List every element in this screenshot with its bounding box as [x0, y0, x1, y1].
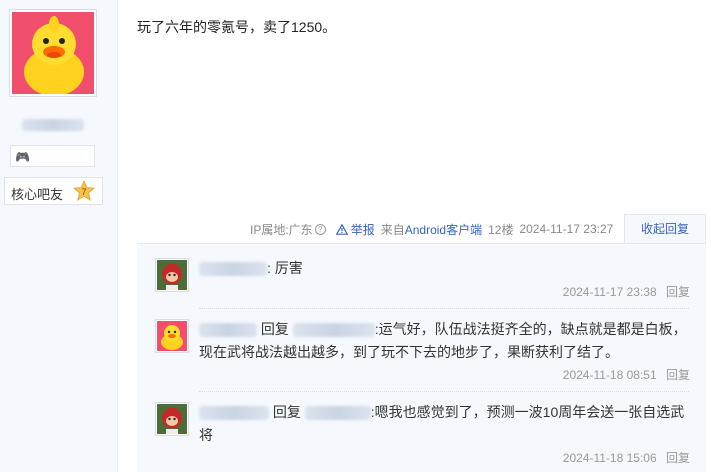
commenter-avatar[interactable]	[155, 402, 189, 436]
commenter-avatar[interactable]	[155, 319, 189, 353]
comment-reply-button[interactable]: 回复	[666, 368, 690, 382]
comment-text: : 厉害	[267, 260, 303, 276]
commenter-avatar[interactable]	[155, 258, 189, 292]
ip-location: IP属地:广东	[250, 222, 313, 237]
post-time: 2024-11-17 23:27	[519, 222, 614, 236]
comment-body: 回复 :嗯我也感觉到了，预测一波10周年会送一张自选武将	[199, 401, 689, 447]
fan-level-label: 核心吧友	[11, 187, 64, 202]
client-link[interactable]: Android客户端	[405, 221, 482, 238]
duck-avatar-image	[12, 12, 94, 94]
floor-number: 12楼	[488, 222, 514, 237]
fan-level-box[interactable]: 核心吧友 7	[4, 177, 103, 205]
comment-body: : 厉害	[199, 257, 689, 280]
comment-divider	[199, 391, 689, 392]
comment-text: :嗯我也感觉到了，预测一波10周年会送一张自选武将	[199, 404, 685, 443]
monkey-avatar-image	[157, 260, 187, 290]
comment-footer: 2024-11-17 23:38 回复	[563, 283, 690, 300]
author-username-blurred[interactable]	[22, 119, 84, 131]
post-meta-bar: IP属地:广东 ? 举报 来自 Android客户端 12楼 2024-11-1…	[250, 220, 619, 238]
comment-body: 回复 :运气好，队伍战法挺齐全的，缺点就是都是白板，现在武将战法越出越多，到了玩…	[199, 318, 689, 364]
reply-word: 回复	[272, 404, 301, 420]
fan-level-number: 7	[81, 187, 86, 197]
comments-panel: : 厉害 2024-11-17 23:38 回复 回复:运气好，队伍战法挺齐全…	[137, 243, 706, 472]
comment-footer: 2024-11-18 08:51 回复	[563, 366, 690, 383]
comment-time: 2024-11-18 08:51	[562, 368, 657, 382]
comment-reply-button[interactable]: 回复	[666, 285, 690, 299]
post-content: 玩了六年的零氪号，卖了1250。	[137, 19, 337, 35]
client-prefix: 来自	[380, 222, 405, 237]
game-controller-icon: 🎮	[15, 150, 30, 164]
duck-avatar-image	[157, 321, 187, 351]
collapse-replies-button[interactable]: 收起回复	[624, 214, 706, 244]
comment-time: 2024-11-18 15:06	[562, 451, 657, 465]
reply-word: 回复	[260, 321, 289, 337]
monkey-avatar-image	[157, 404, 187, 434]
commenter-name-blurred[interactable]	[199, 406, 269, 421]
level-star-icon: 7	[73, 180, 95, 201]
report-button[interactable]: 举报	[335, 221, 375, 238]
comment-footer: 2024-11-18 15:06 回复	[563, 449, 690, 466]
author-column: 🎮 核心吧友 7	[0, 0, 118, 472]
comment-reply-button[interactable]: 回复	[666, 451, 690, 465]
commenter-name-blurred[interactable]	[199, 262, 267, 277]
report-label: 举报	[350, 222, 375, 237]
warning-triangle-icon	[335, 223, 348, 235]
reply-target-name-blurred[interactable]	[292, 323, 375, 338]
author-badge-box[interactable]: 🎮	[10, 145, 95, 167]
question-circle-icon[interactable]: ?	[314, 223, 326, 235]
comment-time: 2024-11-17 23:38	[562, 285, 657, 299]
commenter-name-blurred[interactable]	[199, 323, 257, 338]
reply-target-name-blurred[interactable]	[304, 406, 371, 421]
comment-divider	[199, 308, 689, 309]
author-avatar[interactable]	[9, 9, 97, 97]
